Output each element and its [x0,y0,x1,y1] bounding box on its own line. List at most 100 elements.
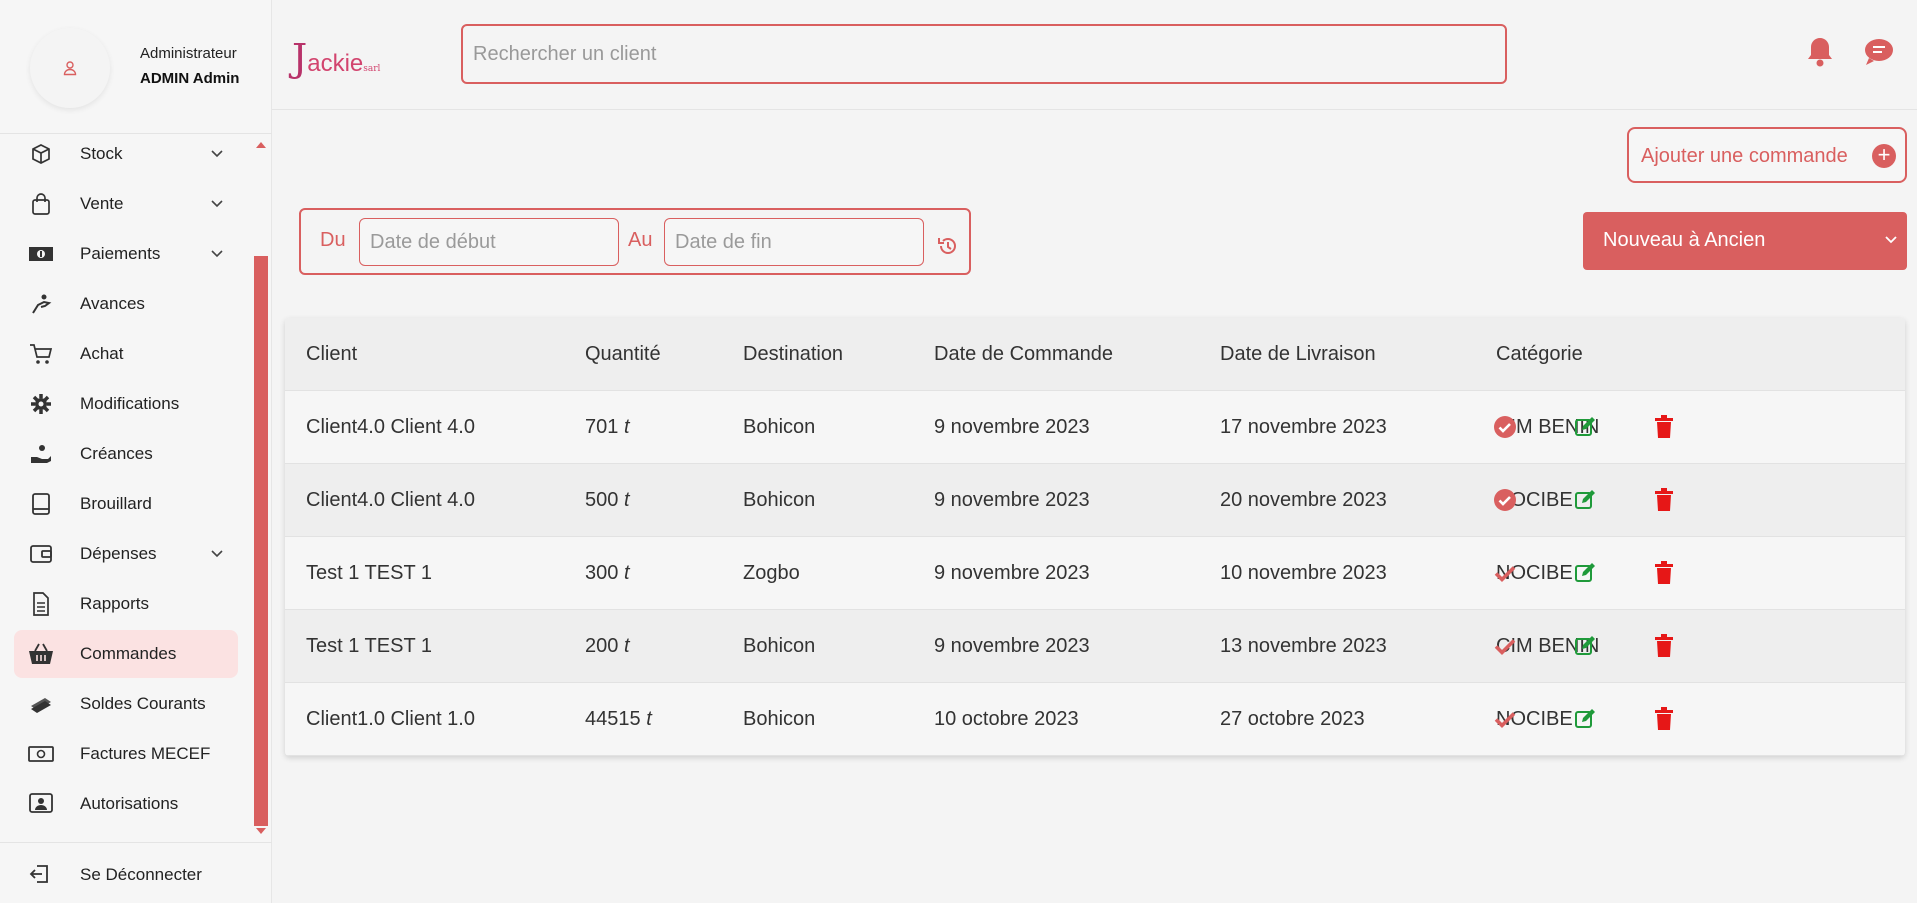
logo-initial: J [292,36,308,80]
cell-quantity: 300 t [585,562,630,585]
file-icon [28,592,54,616]
chevron-down-icon [210,146,224,165]
edit-icon[interactable] [1571,413,1599,441]
sidebar-item-brouillard[interactable]: Brouillard [14,480,238,528]
sidebar-item-paiements[interactable]: Paiements [14,230,238,278]
sidebar-item-depenses[interactable]: Dépenses [14,530,238,578]
sidebar-item-label: Achat [80,344,124,363]
edit-icon[interactable] [1571,559,1599,587]
edit-icon[interactable] [1571,705,1599,733]
logo-suffix: sarl [363,64,381,74]
user-profile: Administrateur ADMIN Admin [0,0,272,134]
hand-holding-icon [28,442,54,466]
trash-icon[interactable] [1650,486,1678,514]
cell-delivery-date: 10 novembre 2023 [1220,562,1387,584]
sidebar-item-factures-mecef[interactable]: Factures MECEF [14,730,238,778]
chevron-down-icon [210,196,224,215]
sidebar-item-avances[interactable]: Avances [14,280,238,328]
cell-delivery-date: 27 octobre 2023 [1220,708,1365,730]
top-header: Jackiesarl [272,0,1917,110]
table-row: Client4.0 Client 4.0 500 t Bohicon 9 novemb… [285,464,1905,537]
quantity-value: 300 [585,562,619,584]
sidebar-item-autorisations[interactable]: Autorisations [14,780,238,828]
trash-icon[interactable] [1650,632,1678,660]
sidebar-item-modifications[interactable]: Modifications [14,380,238,428]
cell-quantity: 44515 t [585,708,652,731]
gear-icon [28,392,54,416]
quantity-unit: t [623,416,630,438]
user-name: ADMIN Admin [140,70,240,87]
sidebar-item-label: Autorisations [80,794,179,813]
cell-destination: Bohicon [743,416,816,438]
scroll-down-arrow-icon[interactable] [256,828,266,834]
cell-client: Client1.0 Client 1.0 [306,708,475,730]
check-circle-icon[interactable] [1491,486,1519,514]
quantity-unit: t [646,708,652,730]
cell-client: Client4.0 Client 4.0 [306,489,475,511]
sidebar-item-creances[interactable]: Créances [14,430,238,478]
edit-icon[interactable] [1571,486,1599,514]
plus-circle-icon: + [1872,144,1896,168]
logout-label: Se Déconnecter [80,865,202,884]
trash-icon[interactable] [1650,413,1678,441]
cell-quantity: 200 t [585,635,630,658]
sidebar-item-commandes[interactable]: Commandes [14,630,238,678]
check-icon[interactable] [1491,632,1519,660]
cell-delivery-date: 17 novembre 2023 [1220,416,1387,438]
sort-select[interactable]: Nouveau à Ancien [1583,212,1907,270]
start-date-input[interactable] [359,218,619,266]
sidebar-item-label: Avances [80,294,145,313]
quantity-unit: t [623,489,630,511]
column-header-destination: Destination [743,343,844,365]
cell-quantity: 701 t [585,416,630,439]
cell-order-date: 9 novembre 2023 [934,489,1090,511]
sidebar-item-stock[interactable]: Stock [14,134,238,178]
brand-logo[interactable]: Jackiesarl [292,36,380,80]
money-stack-icon [28,692,54,716]
cart-icon [28,342,54,366]
trash-icon[interactable] [1650,559,1678,587]
quantity-value: 500 [585,489,619,511]
sidebar-item-vente[interactable]: Vente [14,180,238,228]
logout-icon [28,863,50,890]
cell-destination: Bohicon [743,489,816,511]
edit-icon[interactable] [1571,632,1599,660]
sidebar-item-soldes-courants[interactable]: Soldes Courants [14,680,238,728]
check-icon[interactable] [1491,705,1519,733]
check-icon[interactable] [1491,559,1519,587]
end-date-input[interactable] [664,218,924,266]
cell-destination: Bohicon [743,635,816,657]
sidebar-item-achat[interactable]: Achat [14,330,238,378]
column-header-client: Client [306,343,358,365]
cell-destination: Bohicon [743,708,816,730]
search-input[interactable] [461,24,1507,84]
to-label: Au [628,229,653,251]
add-order-label: Ajouter une commande [1641,145,1848,167]
table-row: Test 1 TEST 1 200 t Bohicon 9 novembre 2023… [285,610,1905,683]
history-reset-icon[interactable] [937,235,959,262]
chevron-down-icon [210,546,224,565]
chevron-down-icon [210,246,224,265]
sidebar-scrollbar[interactable] [254,256,268,826]
bell-icon[interactable] [1806,36,1834,73]
cell-order-date: 10 octobre 2023 [934,708,1079,730]
sidebar: Administrateur ADMIN Admin Stock Vente P… [0,0,272,903]
quantity-unit: t [623,562,630,584]
quantity-unit: t [623,635,630,657]
sidebar-item-label: Brouillard [80,494,152,513]
avatar[interactable] [30,28,110,108]
sidebar-item-rapports[interactable]: Rapports [14,580,238,628]
check-circle-icon[interactable] [1491,413,1519,441]
wallet-icon [28,542,54,566]
chat-icon[interactable] [1864,38,1894,71]
cell-order-date: 9 novembre 2023 [934,635,1090,657]
money-bill-icon [28,242,54,266]
trash-icon[interactable] [1650,705,1678,733]
scroll-up-arrow-icon[interactable] [256,142,266,148]
cell-order-date: 9 novembre 2023 [934,562,1090,584]
box-icon [28,142,54,166]
add-order-button[interactable]: Ajouter une commande + [1627,127,1907,183]
orders-table: Client Quantité Destination Date de Comm… [285,318,1905,756]
logout-button[interactable]: Se Déconnecter [0,842,272,903]
column-header-order-date: Date de Commande [934,343,1113,365]
